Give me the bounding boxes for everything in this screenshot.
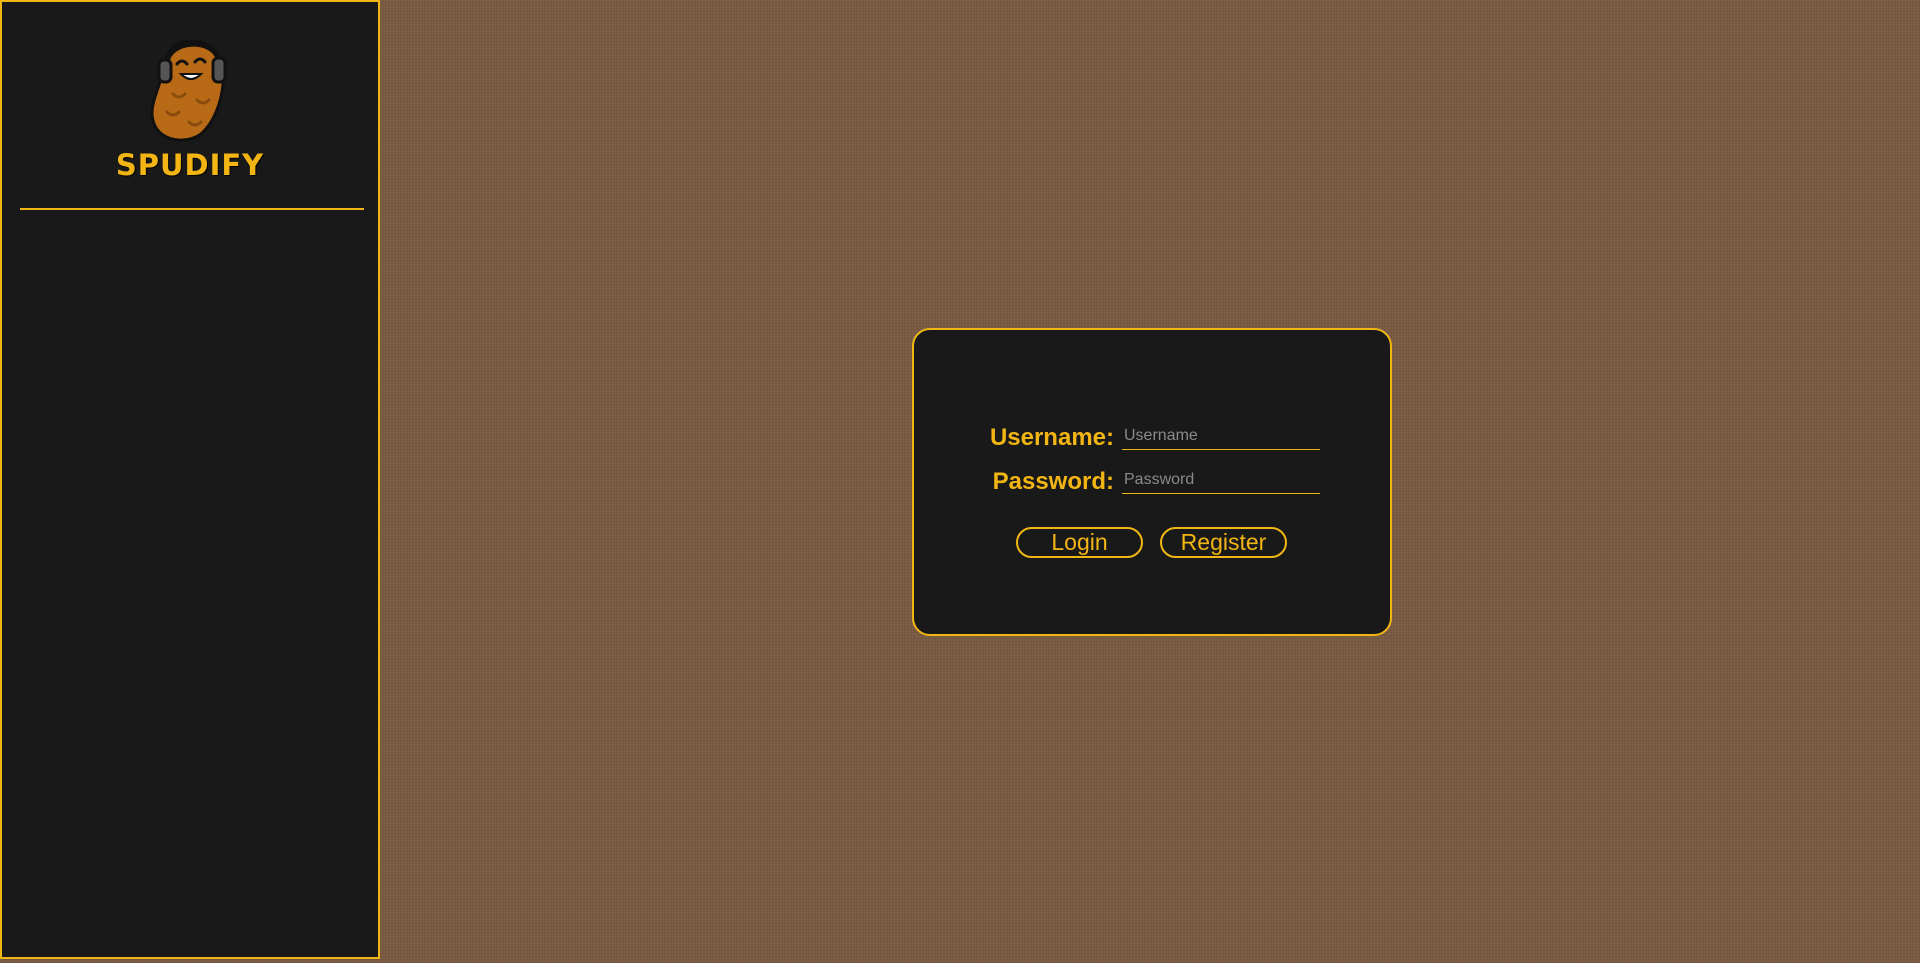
potato-headphones-mascot-icon — [150, 39, 227, 142]
register-button[interactable]: Register — [1160, 527, 1287, 558]
password-label: Password: — [992, 468, 1114, 495]
username-input[interactable] — [1122, 422, 1320, 450]
logo[interactable]: SPUDIFY — [2, 34, 378, 182]
sidebar: SPUDIFY — [0, 0, 380, 959]
password-input[interactable] — [1122, 466, 1320, 494]
login-button[interactable]: Login — [1016, 527, 1143, 558]
login-card: Username: Password: Login Register — [912, 328, 1392, 636]
username-label: Username: — [989, 424, 1114, 451]
sidebar-divider — [20, 208, 364, 210]
username-row: Username: — [914, 422, 1390, 452]
password-row: Password: — [914, 466, 1390, 496]
brand-name: SPUDIFY — [115, 148, 265, 182]
